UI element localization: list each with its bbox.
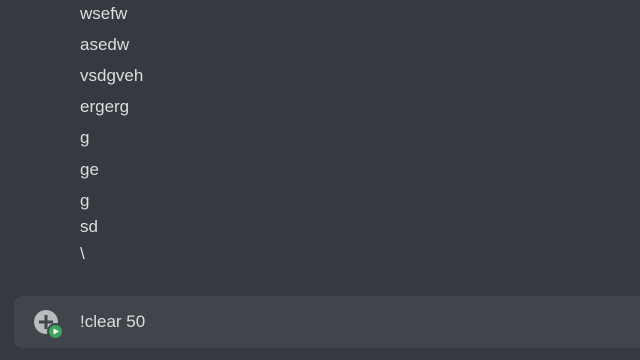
chat-window: wsefw asedw vsdgveh ergerg g ge g sd \ !… <box>0 0 640 360</box>
message-text: vsdgveh <box>80 66 144 85</box>
message-text: sd <box>80 217 98 236</box>
plus-circle-icon[interactable] <box>34 310 64 340</box>
message-text: asedw <box>80 35 130 54</box>
play-badge-icon <box>47 323 64 340</box>
message-composer: !clear 50 <box>14 296 640 348</box>
message-text: wsefw <box>80 4 128 23</box>
message-text: g <box>80 128 90 147</box>
message-text: \ <box>80 244 85 263</box>
message-text: g <box>80 191 90 210</box>
message-text: ergerg <box>80 97 130 116</box>
message-text: ge <box>80 160 99 179</box>
message-input[interactable]: !clear 50 <box>80 310 620 334</box>
